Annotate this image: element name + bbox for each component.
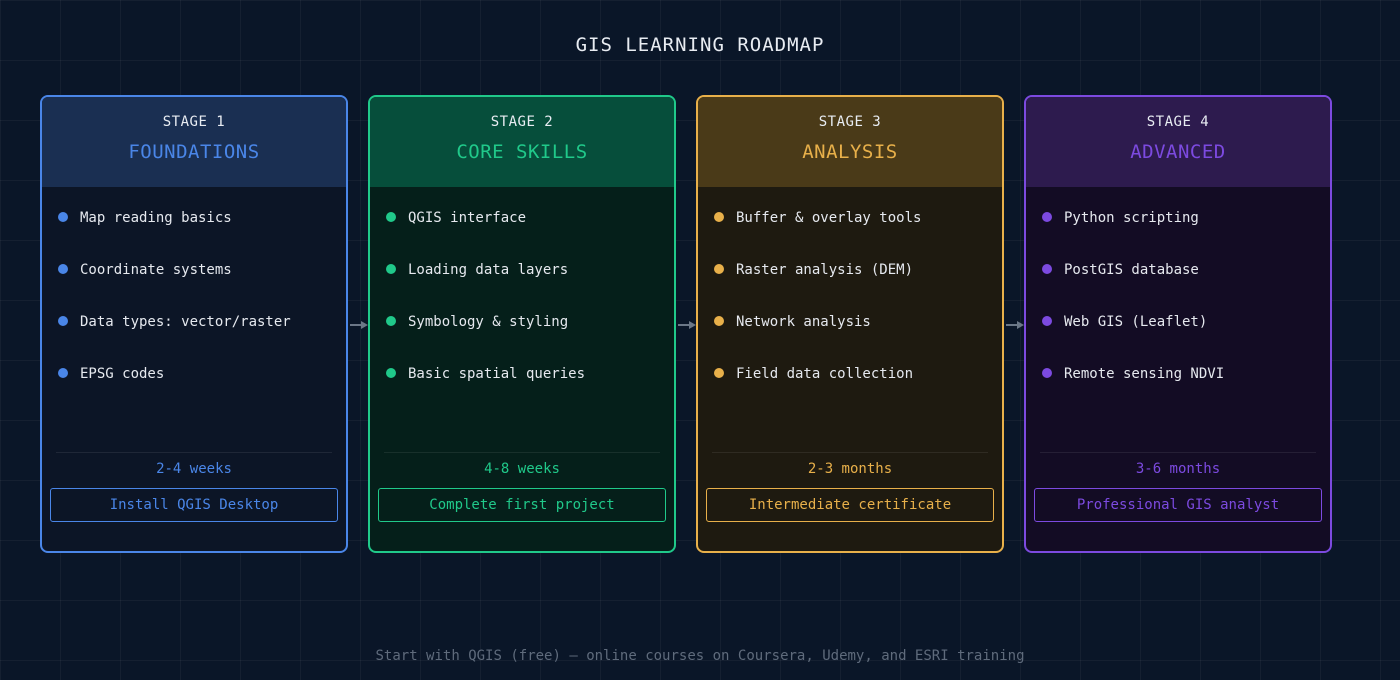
topic-item: Map reading basics xyxy=(58,209,346,261)
stage-card-4: STAGE 4 ADVANCED Python scripting PostGIS d… xyxy=(1024,95,1332,553)
stage-outcome-badge: Install QGIS Desktop xyxy=(50,488,338,522)
topic-item: EPSG codes xyxy=(58,365,346,417)
topic-label: Raster analysis (DEM) xyxy=(736,262,914,278)
stage-duration: 2-3 months xyxy=(807,461,893,477)
roadmap-title: GIS LEARNING ROADMAP xyxy=(575,34,825,56)
bullet-dot-icon xyxy=(1042,316,1052,326)
topic-item: Loading data layers xyxy=(386,261,674,313)
stage-name: FOUNDATIONS xyxy=(128,141,260,163)
bullet-dot-icon xyxy=(1042,264,1052,274)
topic-label: PostGIS database xyxy=(1064,262,1199,278)
topic-item: Basic spatial queries xyxy=(386,365,674,417)
bullet-dot-icon xyxy=(386,368,396,378)
stage-header: STAGE 2 CORE SKILLS xyxy=(370,97,674,187)
bullet-dot-icon xyxy=(386,212,396,222)
topic-label: EPSG codes xyxy=(80,366,165,382)
stage-outcome-badge: Professional GIS analyst xyxy=(1034,488,1322,522)
topic-label: Buffer & overlay tools xyxy=(736,210,922,226)
bullet-dot-icon xyxy=(58,212,68,222)
topic-item: Python scripting xyxy=(1042,209,1330,261)
stage-outcome-badge: Intermediate certificate xyxy=(706,488,994,522)
bullet-dot-icon xyxy=(1042,212,1052,222)
stage-card-3: STAGE 3 ANALYSIS Buffer & overlay tools Ras… xyxy=(696,95,1004,553)
topic-label: Web GIS (Leaflet) xyxy=(1064,314,1208,330)
bullet-dot-icon xyxy=(1042,368,1052,378)
bullet-dot-icon xyxy=(386,316,396,326)
stage-name: CORE SKILLS xyxy=(456,141,588,163)
stage-number-label: STAGE 2 xyxy=(490,114,554,130)
divider xyxy=(712,452,988,453)
topic-label: Symbology & styling xyxy=(408,314,569,330)
divider xyxy=(384,452,660,453)
stage-number-label: STAGE 4 xyxy=(1146,114,1210,130)
topic-item: Data types: vector/raster xyxy=(58,313,346,365)
bullet-dot-icon xyxy=(714,264,724,274)
topic-list: QGIS interface Loading data layers Symbolo… xyxy=(370,187,674,452)
topic-item: Remote sensing NDVI xyxy=(1042,365,1330,417)
topic-item: QGIS interface xyxy=(386,209,674,261)
bullet-dot-icon xyxy=(714,368,724,378)
bullet-dot-icon xyxy=(58,316,68,326)
topic-label: QGIS interface xyxy=(408,210,527,226)
topic-label: Coordinate systems xyxy=(80,262,232,278)
connector-arrow-icon xyxy=(1006,321,1024,329)
stage-number-label: STAGE 3 xyxy=(818,114,882,130)
topic-label: Field data collection xyxy=(736,366,914,382)
bullet-dot-icon xyxy=(58,368,68,378)
bullet-dot-icon xyxy=(386,264,396,274)
topic-label: Data types: vector/raster xyxy=(80,314,291,330)
topic-item: Buffer & overlay tools xyxy=(714,209,1002,261)
stage-name: ANALYSIS xyxy=(802,141,898,163)
stage-duration: 4-8 weeks xyxy=(484,461,560,477)
topic-item: Coordinate systems xyxy=(58,261,346,313)
stage-outcome-badge: Complete first project xyxy=(378,488,666,522)
topic-item: Raster analysis (DEM) xyxy=(714,261,1002,313)
topic-item: Network analysis xyxy=(714,313,1002,365)
topic-label: Loading data layers xyxy=(408,262,569,278)
stage-name: ADVANCED xyxy=(1130,141,1226,163)
topic-label: Basic spatial queries xyxy=(408,366,586,382)
bullet-dot-icon xyxy=(714,212,724,222)
topic-label: Remote sensing NDVI xyxy=(1064,366,1225,382)
stage-header: STAGE 4 ADVANCED xyxy=(1026,97,1330,187)
connector-arrow-icon xyxy=(350,321,368,329)
stage-header: STAGE 1 FOUNDATIONS xyxy=(42,97,346,187)
divider xyxy=(1040,452,1316,453)
topic-label: Python scripting xyxy=(1064,210,1199,226)
topic-list: Python scripting PostGIS database Web GIS … xyxy=(1026,187,1330,452)
stage-card-1: STAGE 1 FOUNDATIONS Map reading basics Coor… xyxy=(40,95,348,553)
divider xyxy=(56,452,332,453)
topic-item: Symbology & styling xyxy=(386,313,674,365)
stage-card-2: STAGE 2 CORE SKILLS QGIS interface Loading … xyxy=(368,95,676,553)
topic-item: PostGIS database xyxy=(1042,261,1330,313)
topic-list: Map reading basics Coordinate systems Data… xyxy=(42,187,346,452)
connector-arrow-icon xyxy=(678,321,696,329)
bullet-dot-icon xyxy=(58,264,68,274)
bullet-dot-icon xyxy=(714,316,724,326)
topic-label: Network analysis xyxy=(736,314,871,330)
stage-duration: 2-4 weeks xyxy=(156,461,232,477)
topic-item: Field data collection xyxy=(714,365,1002,417)
stage-duration: 3-6 months xyxy=(1135,461,1221,477)
topic-list: Buffer & overlay tools Raster analysis (D… xyxy=(698,187,1002,452)
topic-label: Map reading basics xyxy=(80,210,232,226)
topic-item: Web GIS (Leaflet) xyxy=(1042,313,1330,365)
footer-note: Start with QGIS (free) — online courses … xyxy=(375,648,1025,664)
stage-header: STAGE 3 ANALYSIS xyxy=(698,97,1002,187)
stage-number-label: STAGE 1 xyxy=(162,114,226,130)
